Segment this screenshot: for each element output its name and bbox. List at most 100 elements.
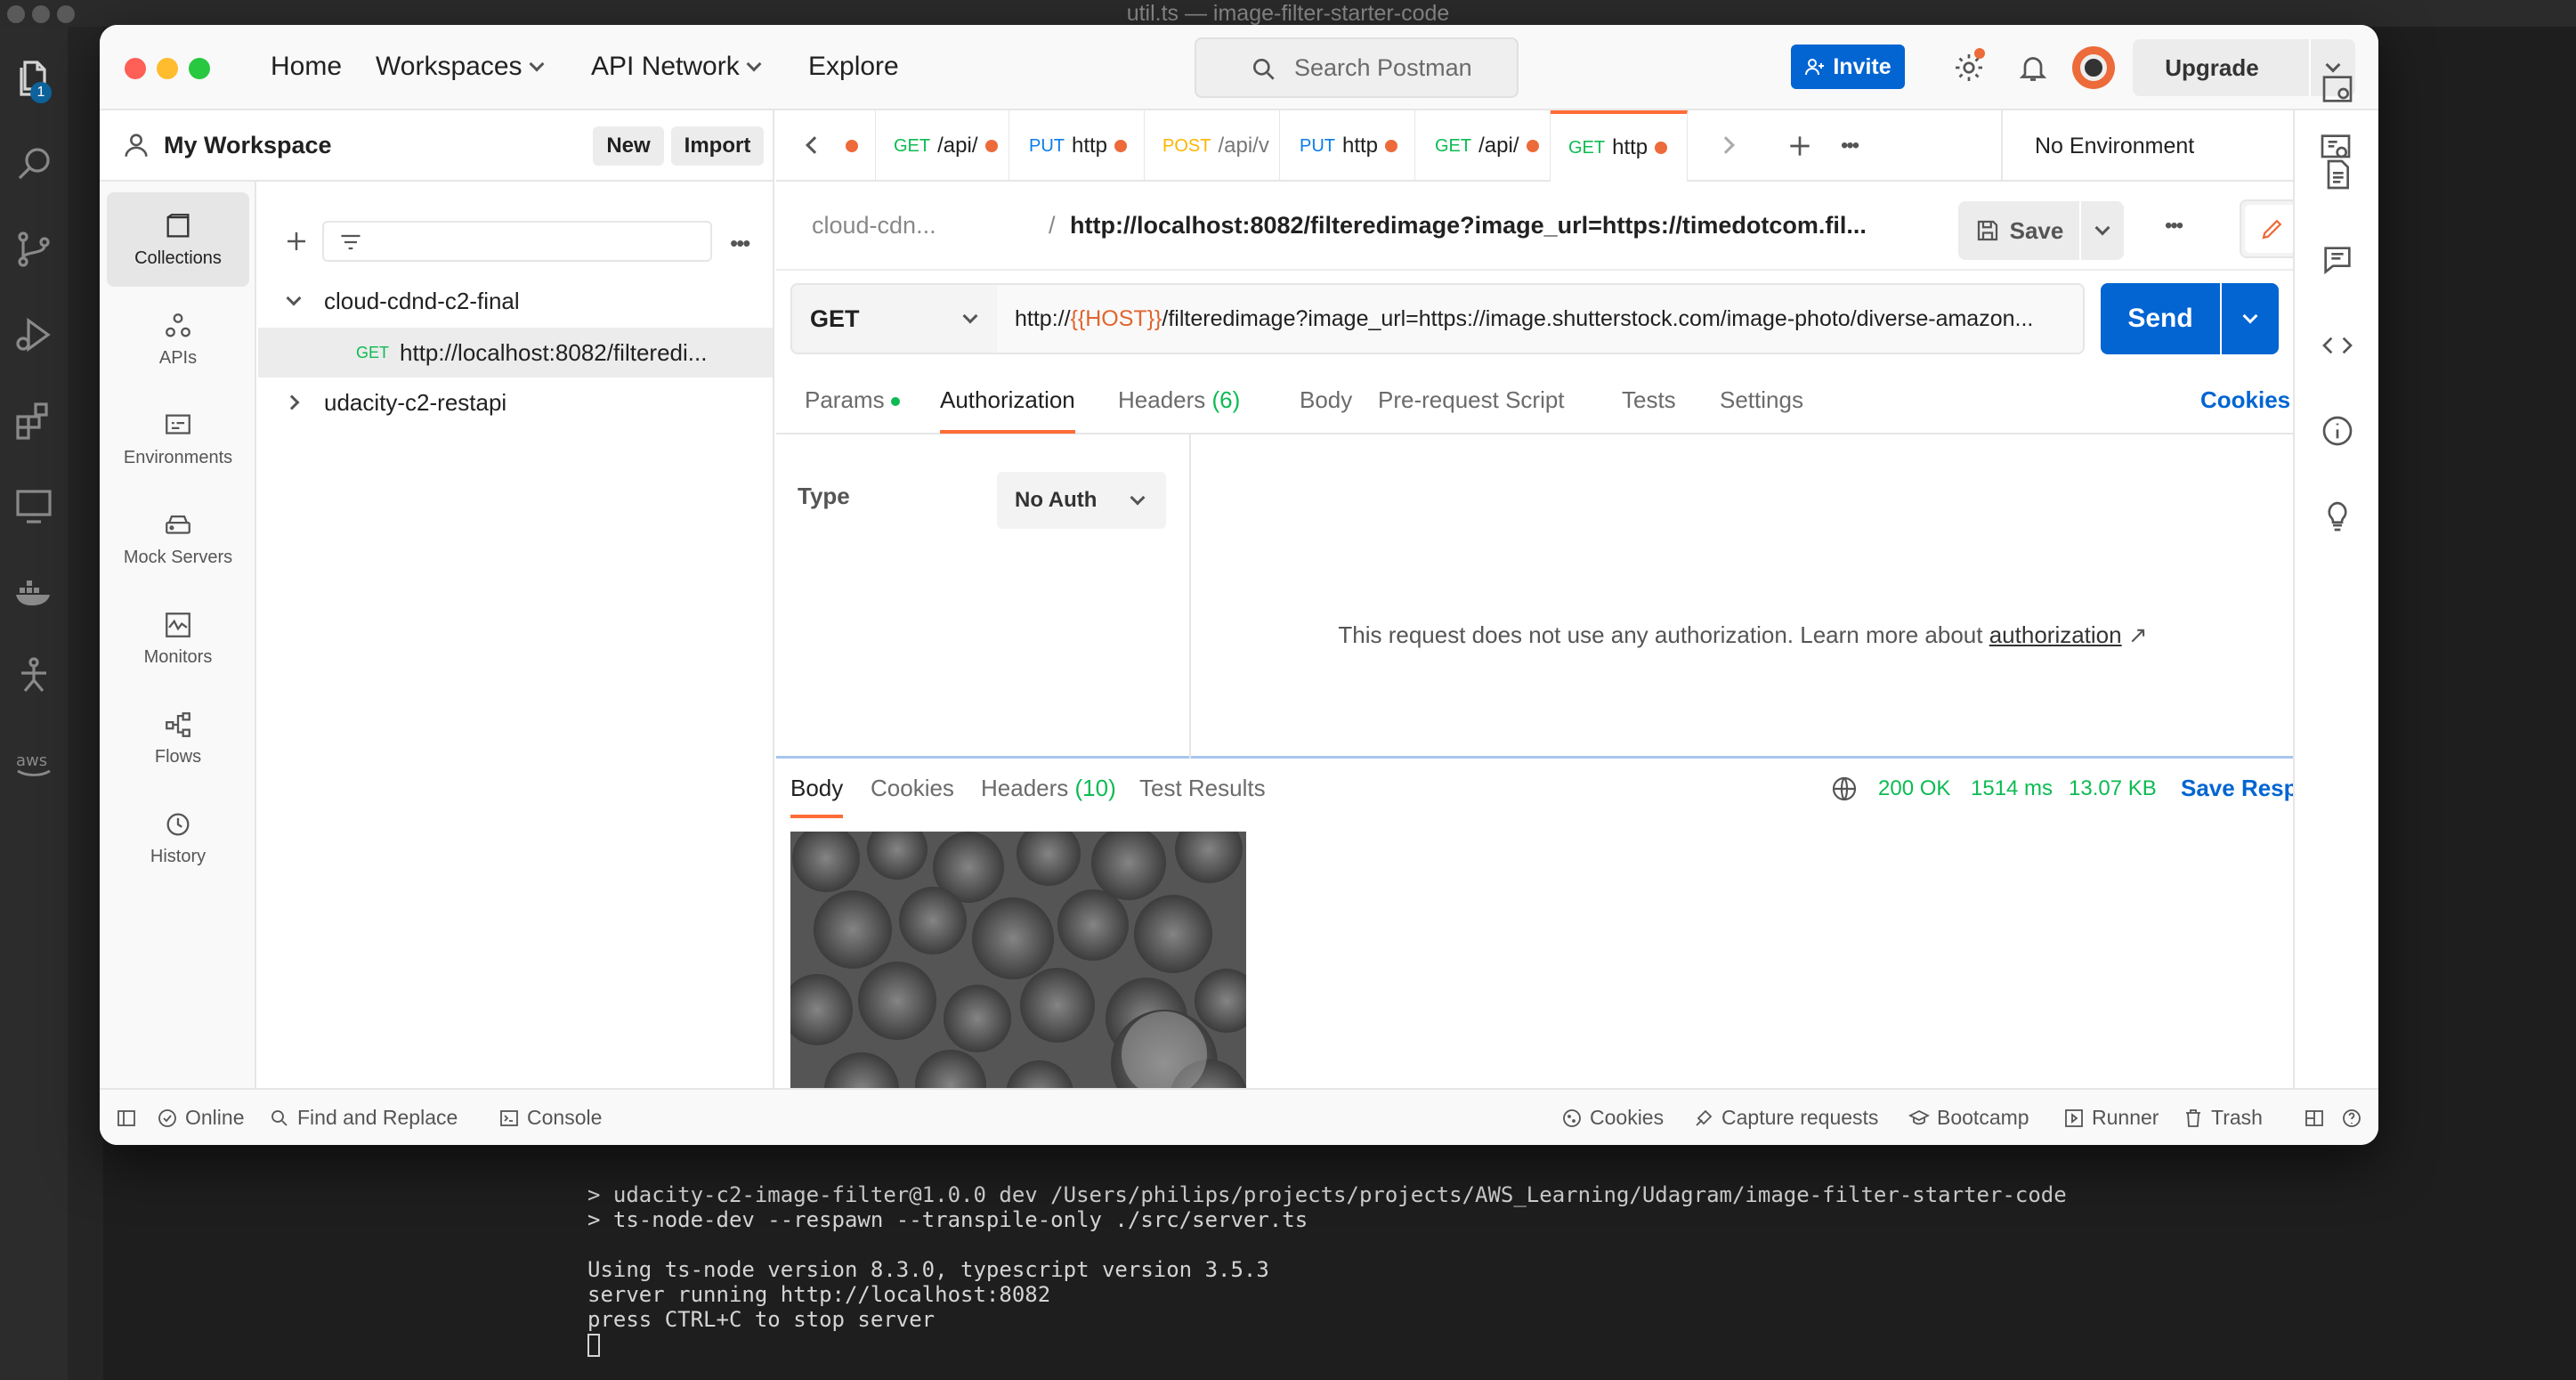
info-icon[interactable] [2320,413,2355,449]
console-button[interactable]: Console [498,1106,602,1130]
tab[interactable] [846,110,876,182]
new-button[interactable]: New [593,126,664,166]
cookies-link[interactable]: Cookies [2200,386,2290,414]
tab[interactable]: PUT http [1280,110,1415,182]
invite-button[interactable]: Invite [1791,45,1905,89]
close-button[interactable] [125,58,146,79]
tab-tests[interactable]: Tests [1622,386,1676,414]
resp-tab-body[interactable]: Body [790,775,844,818]
environment-quick-look-icon[interactable] [2320,71,2355,107]
save-button[interactable]: Save [1958,201,2079,260]
rail-apis[interactable]: APIs [107,292,249,386]
resp-tab-headers[interactable]: Headers (10) [981,775,1116,802]
files-badge: 1 [30,82,52,103]
send-button[interactable]: Send [2101,283,2220,354]
more-options-icon[interactable]: ••• [730,230,750,257]
find-replace-button[interactable]: Find and Replace [269,1106,458,1130]
tab-method: GET [1435,135,1472,156]
search-icon[interactable] [0,130,68,198]
source-control-icon[interactable] [0,215,68,283]
close-dot[interactable] [7,5,25,23]
minimize-button[interactable] [157,58,178,79]
scroll-right-icon[interactable] [1717,136,1735,154]
avatar[interactable] [2072,46,2115,89]
testing-icon[interactable] [0,643,68,710]
nav-explore[interactable]: Explore [808,52,899,82]
auth-type-select[interactable]: No Auth [997,472,1166,529]
tab-active[interactable]: GET http [1551,110,1688,182]
url-variable: {{HOST}} [1070,305,1162,331]
two-pane-icon[interactable] [2304,1108,2325,1129]
remote-explorer-icon[interactable] [0,472,68,540]
tab-authorization[interactable]: Authorization [940,386,1075,434]
resp-tab-cookies[interactable]: Cookies [871,775,954,802]
comments-icon[interactable] [2320,242,2355,278]
response-time[interactable]: 1514 ms [1971,776,2053,801]
rail-collections[interactable]: Collections [107,192,249,287]
tab-body[interactable]: Body [1300,386,1352,414]
rail-environments[interactable]: Environments [107,392,249,486]
collection-item[interactable]: udacity-c2-restapi [258,377,773,427]
filter-input[interactable] [322,221,712,262]
online-status[interactable]: Online [157,1106,244,1130]
files-icon[interactable]: 1 [0,45,68,112]
tab[interactable]: PUT http [1009,110,1145,182]
resp-tab-test-results[interactable]: Test Results [1139,775,1266,802]
request-title[interactable]: http://localhost:8082/filteredimage?imag… [1070,212,1867,239]
tab[interactable]: GET/api/ [876,110,1009,182]
help-icon[interactable] [2341,1108,2362,1129]
nav-api-network[interactable]: API Network [591,52,762,82]
tab[interactable]: POST/api/v [1145,110,1280,182]
rail-flows[interactable]: Flows [107,691,249,785]
run-debug-icon[interactable] [0,301,68,369]
tab-settings[interactable]: Settings [1720,386,1803,414]
zoom-button[interactable] [189,58,210,79]
code-icon[interactable] [2320,328,2355,363]
more-options-icon[interactable]: ••• [2165,214,2183,239]
zoom-dot[interactable] [57,5,75,23]
globe-icon[interactable] [1830,775,1859,803]
tab[interactable]: GET/api/ [1415,110,1551,182]
tab-pre-request-script[interactable]: Pre-request Script [1378,386,1565,414]
nav-workspaces[interactable]: Workspaces [376,52,545,82]
authorization-link[interactable]: authorization [1989,621,2122,648]
tab-params[interactable]: Params [805,386,900,414]
collection-item[interactable]: cloud-cdnd-c2-final [258,276,773,326]
toggle-sidebar-icon[interactable] [116,1108,137,1129]
bootcamp-button[interactable]: Bootcamp [1908,1106,2029,1130]
search-postman-input[interactable]: Search Postman [1195,37,1519,98]
add-tab-icon[interactable] [1786,132,1814,160]
capture-requests-button[interactable]: Capture requests [1693,1106,1878,1130]
more-tabs-icon[interactable]: ••• [1841,134,1859,158]
rail-history[interactable]: History [107,791,249,885]
method-select[interactable]: GET [790,283,999,354]
send-dropdown[interactable] [2222,283,2279,354]
rail-mock-servers[interactable]: Mock Servers [107,491,249,586]
url-input[interactable]: http://{{HOST}}/filteredimage?image_url=… [997,283,2085,354]
edit-mode-button[interactable] [2245,205,2300,253]
chevron-down-icon[interactable] [2311,57,2355,73]
breadcrumb-collection[interactable]: cloud-cdn... [812,212,936,239]
save-dropdown[interactable] [2081,201,2124,260]
workspace-name[interactable]: My Workspace [164,132,332,159]
chevron-down-icon [2242,308,2258,324]
environment-quick-look-icon[interactable] [2318,130,2353,166]
trash-button[interactable]: Trash [2183,1106,2263,1130]
response-status[interactable]: 200 OK [1878,776,1950,801]
rail-monitors[interactable]: Monitors [107,591,249,686]
nav-home[interactable]: Home [271,52,342,82]
aws-icon[interactable]: aws [0,728,68,796]
import-button[interactable]: Import [671,126,764,166]
bell-icon[interactable] [2017,52,2049,84]
request-item[interactable]: GET http://localhost:8082/filteredi... [258,328,773,377]
extensions-icon[interactable] [0,386,68,454]
minimize-dot[interactable] [32,5,50,23]
docker-icon[interactable] [0,557,68,625]
scroll-left-icon[interactable] [806,136,823,154]
response-size[interactable]: 13.07 KB [2069,776,2157,801]
runner-button[interactable]: Runner [2063,1106,2159,1130]
lightbulb-icon[interactable] [2320,499,2355,534]
cookies-button[interactable]: Cookies [1561,1106,1664,1130]
add-icon[interactable] [283,228,310,255]
tab-headers[interactable]: Headers (6) [1118,386,1240,414]
